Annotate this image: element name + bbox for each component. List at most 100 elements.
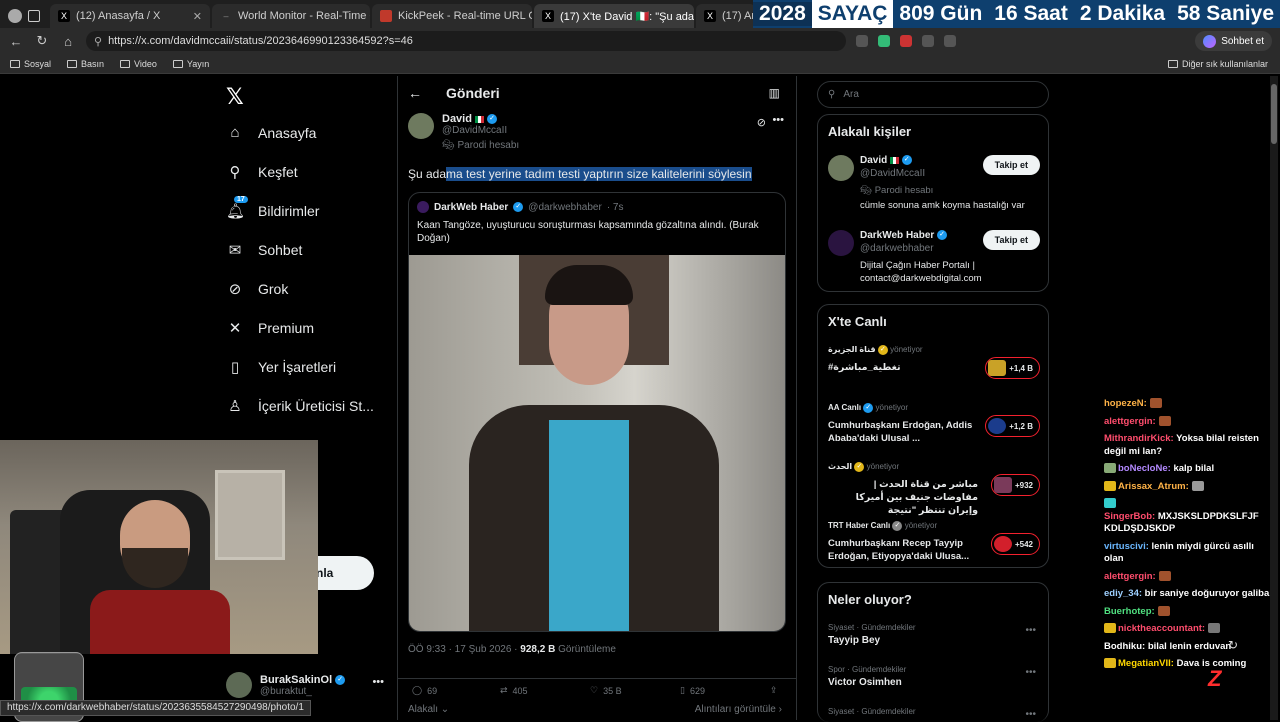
copilot-chat-button[interactable]: Sohbet et bbox=[1195, 31, 1272, 51]
x-favicon-icon: X bbox=[704, 10, 716, 22]
tabs-icon[interactable] bbox=[28, 10, 40, 22]
more-icon[interactable]: ••• bbox=[772, 114, 784, 126]
site-info-icon[interactable]: ⚲ bbox=[94, 35, 102, 48]
live-listeners[interactable]: +542 bbox=[990, 533, 1040, 555]
url-field[interactable]: ⚲ https://x.com/davidmccaii/status/20236… bbox=[86, 31, 846, 51]
dash-favicon-icon: – bbox=[223, 11, 229, 21]
reader-icon[interactable]: ▥ bbox=[769, 86, 780, 100]
bookmark-other[interactable]: Diğer sık kullanılanlar bbox=[1167, 59, 1268, 69]
grok-icon[interactable]: ⊘ bbox=[757, 116, 766, 129]
nav-grok[interactable]: ⊘ Grok bbox=[226, 280, 289, 298]
repost-button[interactable]: ⇄ 405 bbox=[500, 685, 528, 696]
person-bio: Dijital Çağın Haber Portalı | contact@da… bbox=[860, 260, 982, 284]
view-quotes-link[interactable]: Alıntıları görüntüle › bbox=[695, 704, 782, 715]
more-icon[interactable]: ••• bbox=[372, 676, 384, 688]
tab-kickpeek[interactable]: KickPeek - Real-time URL Crawler✕ bbox=[372, 4, 532, 28]
reload-icon[interactable]: ↻ bbox=[34, 33, 50, 49]
heart-icon: ♡ bbox=[590, 685, 599, 695]
scrollbar-thumb[interactable] bbox=[1271, 84, 1277, 144]
badge-icon bbox=[1104, 498, 1116, 509]
verified-icon: ✓ bbox=[877, 345, 888, 355]
trend-item[interactable]: Siyaset · Gündemdekiler ••• bbox=[828, 707, 1040, 720]
more-icon[interactable]: ••• bbox=[1025, 625, 1036, 636]
post-author[interactable]: David ✓ @DavidMccaII 🎭︎ Parodi hesabı bbox=[408, 113, 519, 151]
chat-message: boNecloNe: kalp bilal bbox=[1104, 463, 1274, 476]
bookmark-sosyal[interactable]: Sosyal bbox=[10, 59, 51, 69]
avatar bbox=[226, 672, 252, 698]
folder-icon bbox=[67, 60, 78, 69]
back-arrow-icon[interactable]: ← bbox=[408, 85, 422, 101]
like-button[interactable]: ♡ 35 B bbox=[590, 685, 622, 696]
bookmark-basin[interactable]: Basın bbox=[67, 59, 104, 69]
nav-anasayfa[interactable]: ⌂ Anasayfa bbox=[226, 124, 316, 141]
tab-active-post[interactable]: X(17) X'te David 🇮🇹: "Şu adama test✕ bbox=[534, 4, 694, 28]
parody-label: Parodi hesabı bbox=[457, 140, 520, 151]
post-timestamp[interactable]: ÖÖ 9:33 · 17 Şub 2026 · bbox=[408, 644, 518, 655]
follow-button[interactable]: Takip et bbox=[982, 230, 1040, 250]
live-item[interactable]: قناة الجزيرة ✓ yönetiyor #تغطية_مباشرة +… bbox=[828, 345, 1040, 379]
x-logo-icon[interactable]: 𝕏 bbox=[226, 84, 244, 110]
trend-category: Siyaset · Gündemdekiler bbox=[828, 707, 916, 716]
live-thumb bbox=[988, 360, 1007, 376]
home-icon[interactable]: ⌂ bbox=[60, 34, 76, 49]
nav-kesfet[interactable]: ⚲ Keşfet bbox=[226, 163, 298, 181]
author-handle: @DavidMccaII bbox=[442, 125, 508, 136]
search-input[interactable]: ⚲ Ara bbox=[817, 81, 1049, 108]
nav-sohbet[interactable]: ✉ Sohbet bbox=[226, 241, 303, 259]
live-title: Cumhurbaşkanı Recep Tayyip Erdoğan, Etiy… bbox=[828, 538, 970, 562]
extension-icon[interactable] bbox=[856, 35, 868, 47]
relevance-sort[interactable]: Alakalı ⌄ bbox=[408, 704, 449, 715]
trend-item[interactable]: Spor · Gündemdekiler Victor Osimhen ••• bbox=[828, 665, 1040, 688]
favorites-icon[interactable] bbox=[944, 35, 956, 47]
live-listeners[interactable]: +932 bbox=[990, 474, 1040, 496]
italy-flag-icon bbox=[890, 156, 900, 164]
photo-figure bbox=[545, 265, 633, 305]
account-switcher[interactable]: BurakSakinOl ✓ @buraktut_ ••• bbox=[226, 672, 390, 698]
chat-user: alettgergin: bbox=[1104, 415, 1156, 427]
quoted-post[interactable]: DarkWeb Haber ✓ @darkwebhaber · 7s Kaan … bbox=[408, 192, 786, 632]
trend-item[interactable]: Siyaset · Gündemdekiler Tayyip Bey ••• bbox=[828, 623, 1040, 646]
profile-icon[interactable] bbox=[8, 9, 22, 23]
live-item[interactable]: TRT Haber Canlı ✓ yönetiyor Cumhurbaşkan… bbox=[828, 521, 1040, 563]
back-icon[interactable]: ← bbox=[8, 34, 24, 49]
person-name: DarkWeb Haber bbox=[860, 230, 935, 241]
tab-anasayfa[interactable]: X (12) Anasayfa / X ✕ bbox=[50, 4, 210, 28]
window-controls[interactable] bbox=[0, 4, 48, 28]
reply-button[interactable]: ◯ 69 bbox=[412, 685, 437, 696]
live-listeners[interactable]: +1,4 B bbox=[985, 357, 1040, 379]
tab-world-monitor[interactable]: –World Monitor - Real-Time Global✕ bbox=[212, 4, 370, 28]
channel-logo-icon: Z bbox=[1208, 666, 1222, 691]
chat-user: MithrandirKick: bbox=[1104, 433, 1174, 444]
card-title: X'te Canlı bbox=[828, 314, 887, 329]
tab-anasayfa-2[interactable]: X (17) Ana bbox=[696, 4, 756, 28]
live-item[interactable]: الحدث ✓ yönetiyor مباشر من قناة الحدث | … bbox=[828, 462, 1040, 517]
author-name: David bbox=[442, 113, 472, 125]
search-placeholder: Ara bbox=[843, 89, 859, 100]
extension-icon[interactable] bbox=[878, 35, 890, 47]
extension-icon[interactable] bbox=[900, 35, 912, 47]
nav-yer-isaretleri[interactable]: ▯ Yer İşaretleri bbox=[226, 358, 336, 376]
live-title: #تغطية_مباشرة bbox=[828, 362, 901, 373]
more-icon[interactable]: ••• bbox=[1025, 667, 1036, 678]
status-bar-url: https://x.com/darkwebhaber/status/202363… bbox=[0, 700, 311, 716]
bookmark-video[interactable]: Video bbox=[120, 59, 157, 69]
nav-premium[interactable]: ✕ Premium bbox=[226, 319, 314, 337]
nav-bildirimler[interactable]: 🔔︎ 17 Bildirimler bbox=[226, 196, 319, 220]
trend-category: Siyaset · Gündemdekiler bbox=[828, 623, 916, 632]
avatar[interactable] bbox=[408, 113, 434, 139]
bookmark-button[interactable]: ▯ 629 bbox=[680, 685, 705, 696]
more-icon[interactable]: ••• bbox=[1025, 709, 1036, 720]
refresh-icon[interactable]: ↻ bbox=[1228, 638, 1238, 652]
live-item[interactable]: AA Canlı ✓ yönetiyor Cumhurbaşkanı Erdoğ… bbox=[828, 403, 1040, 445]
nav-icerik-ureticisi[interactable]: ♙ İçerik Üreticisi St... bbox=[226, 397, 374, 415]
share-button[interactable]: ⇪ bbox=[770, 685, 778, 696]
close-tab-icon[interactable]: ✕ bbox=[187, 10, 202, 23]
bookmark-yayin[interactable]: Yayın bbox=[172, 59, 209, 69]
follow-button[interactable]: Takip et bbox=[982, 155, 1040, 175]
live-listeners[interactable]: +1,2 B bbox=[985, 415, 1040, 437]
badge-icon bbox=[1104, 623, 1116, 634]
extension-icon[interactable] bbox=[922, 35, 934, 47]
quote-photo[interactable] bbox=[409, 255, 785, 631]
countdown-seconds: 58 Saniye bbox=[1177, 2, 1274, 25]
post-text: Şu adama test yerine tadım testi yaptırı… bbox=[408, 167, 752, 181]
